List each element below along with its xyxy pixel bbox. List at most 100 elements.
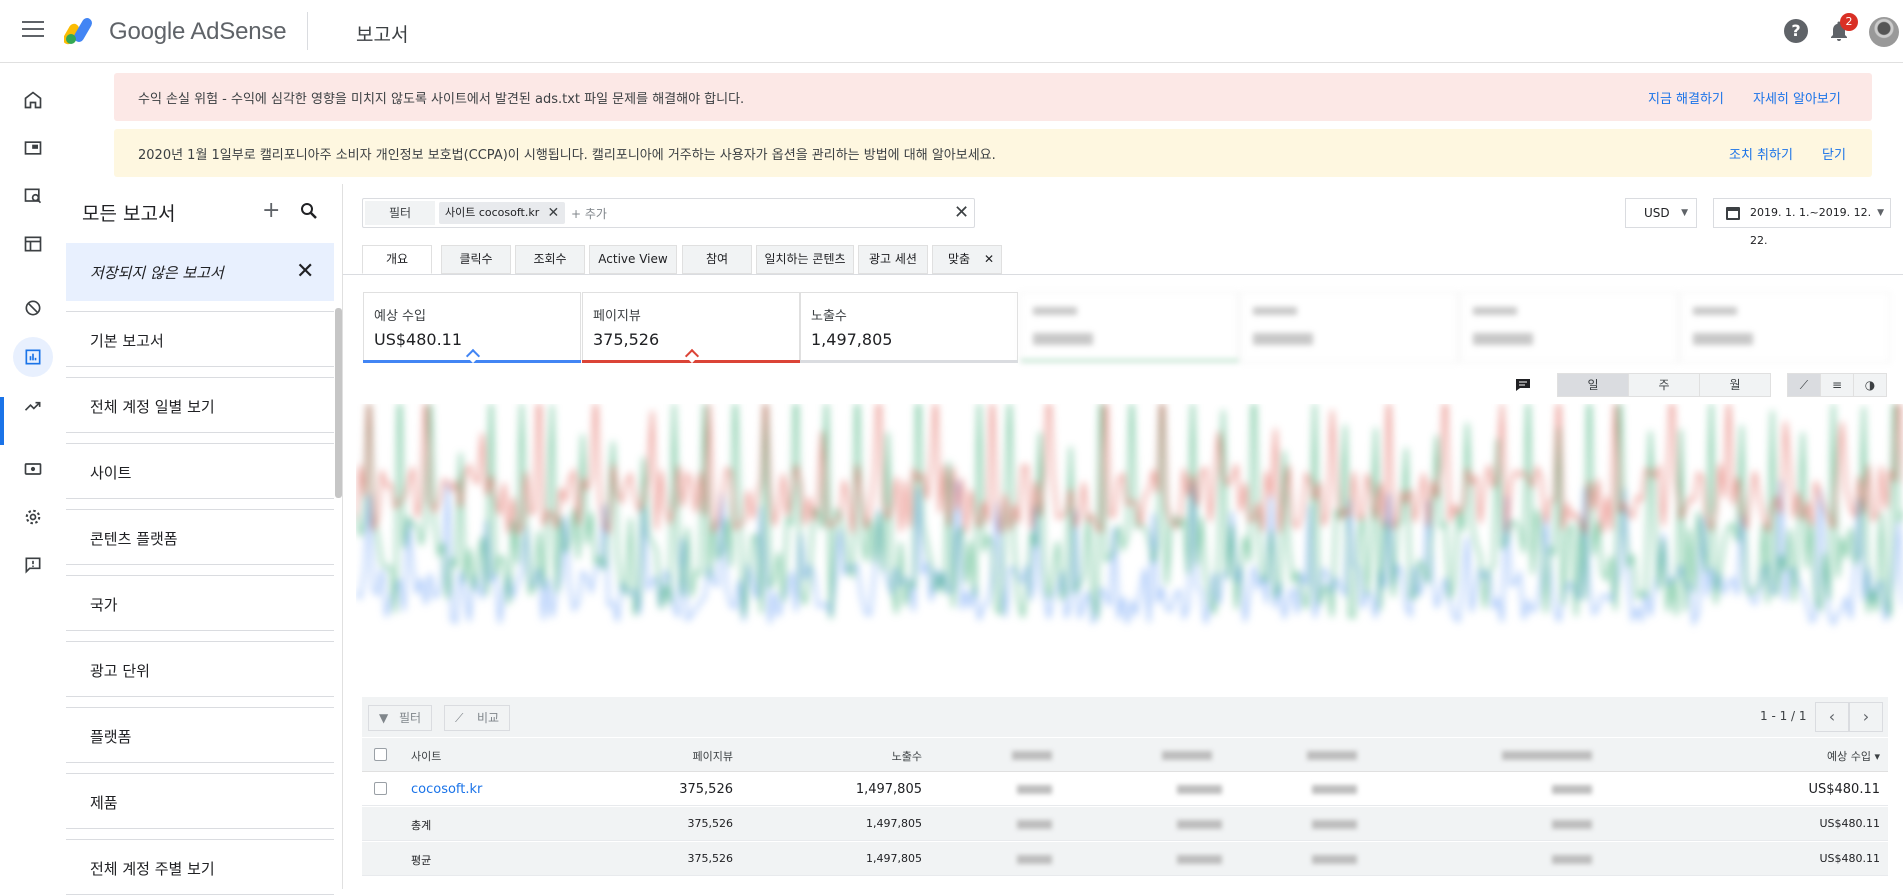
kpi-value: 375,526 bbox=[593, 330, 660, 349]
close-icon[interactable]: ✕ bbox=[984, 246, 994, 273]
table-average-row: 평균 375,526 1,497,805 US$480.11 bbox=[362, 842, 1888, 876]
compare-chart-icon: ⟋ bbox=[455, 711, 464, 725]
hidden-cell bbox=[1552, 855, 1592, 864]
learn-more-link[interactable]: 자세히 알아보기 bbox=[1753, 88, 1841, 107]
kpi-card-pageviews[interactable]: 페이지뷰 375,526 bbox=[582, 292, 800, 364]
search-icon[interactable] bbox=[300, 202, 318, 220]
report-item[interactable]: 광고 단위 bbox=[66, 641, 334, 697]
block-icon[interactable] bbox=[13, 288, 53, 328]
site-link[interactable]: cocosoft.kr bbox=[411, 782, 482, 797]
reports-sidebar: 모든 보고서 + 저장되지 않은 보고서 ✕ 기본 보고서 전체 계정 일별 보… bbox=[66, 184, 343, 895]
close-banner-link[interactable]: 닫기 bbox=[1822, 144, 1846, 163]
report-item[interactable]: 사이트 bbox=[66, 443, 334, 499]
pie-chart-icon[interactable]: ◑ bbox=[1853, 373, 1887, 397]
avatar[interactable] bbox=[1869, 17, 1899, 47]
line-chart-icon[interactable]: ⟋ bbox=[1787, 373, 1821, 397]
tab-clicks[interactable]: 클릭수 bbox=[441, 245, 511, 274]
granularity-week[interactable]: 주 bbox=[1628, 373, 1700, 397]
table-filter-button[interactable]: ▼ 필터 bbox=[368, 705, 433, 731]
kpi-card-hidden[interactable] bbox=[1680, 292, 1890, 363]
granularity-day[interactable]: 일 bbox=[1557, 373, 1629, 397]
col-impressions[interactable]: 노출수 bbox=[742, 748, 922, 764]
kpi-card-earnings[interactable]: 예상 수입 US$480.11 bbox=[363, 292, 581, 364]
unsaved-report-item[interactable]: 저장되지 않은 보고서 ✕ bbox=[66, 243, 334, 301]
settings-icon[interactable] bbox=[13, 497, 53, 537]
total-label: 총계 bbox=[411, 819, 432, 832]
average-earnings: US$480.11 bbox=[1819, 852, 1880, 865]
report-item[interactable]: 플랫폼 bbox=[66, 707, 334, 763]
report-item[interactable]: 기본 보고서 bbox=[66, 311, 334, 367]
tab-active-view[interactable]: Active View bbox=[589, 245, 677, 274]
fix-now-link[interactable]: 지금 해결하기 bbox=[1648, 88, 1724, 107]
filter-chip[interactable]: 사이트 cocosoft.kr ✕ bbox=[439, 202, 566, 224]
trending-icon[interactable] bbox=[13, 386, 53, 426]
take-action-link[interactable]: 조치 취하기 bbox=[1729, 144, 1793, 163]
report-item[interactable]: 콘텐츠 플랫폼 bbox=[66, 509, 334, 565]
filter-button[interactable]: 필터 bbox=[365, 201, 435, 225]
date-range-picker[interactable]: 2019. 1. 1.~2019. 12. 22. ▼ bbox=[1713, 198, 1891, 247]
tab-custom[interactable]: 맞춤 ✕ bbox=[932, 245, 1002, 274]
feedback-icon[interactable] bbox=[13, 545, 53, 585]
select-all-checkbox[interactable] bbox=[374, 748, 387, 761]
report-item[interactable]: 전체 계정 주별 보기 bbox=[66, 839, 334, 895]
banner-text: 2020년 1월 1일부로 캘리포니아주 소비자 개인정보 보호법(CCPA)이… bbox=[138, 148, 996, 163]
currency-select[interactable]: USD ▼ bbox=[1625, 198, 1697, 228]
kpi-label: 노출수 bbox=[811, 309, 847, 324]
hidden-column bbox=[1162, 751, 1212, 760]
col-site[interactable]: 사이트 bbox=[411, 748, 441, 764]
average-impressions: 1,497,805 bbox=[866, 852, 922, 865]
table-compare-button[interactable]: ⟋ 비교 bbox=[444, 705, 511, 731]
hidden-cell bbox=[1017, 820, 1052, 829]
reports-icon[interactable] bbox=[13, 337, 53, 377]
hidden-cell bbox=[1017, 855, 1052, 864]
home-icon[interactable] bbox=[13, 80, 53, 120]
chevron-down-icon: ▼ bbox=[1877, 208, 1884, 218]
kpi-label: 예상 수입 bbox=[374, 309, 426, 324]
total-earnings: US$480.11 bbox=[1819, 817, 1880, 830]
table-header: 사이트 페이지뷰 노출수 예상 수입 ▾ bbox=[362, 738, 1888, 772]
tab-ad-sessions[interactable]: 광고 세션 bbox=[858, 245, 928, 274]
col-earnings[interactable]: 예상 수입 ▾ bbox=[1662, 748, 1880, 764]
ads-icon[interactable] bbox=[13, 128, 53, 168]
bar-chart-icon[interactable]: ≡ bbox=[1820, 373, 1854, 397]
kpi-card-hidden[interactable] bbox=[1020, 292, 1239, 363]
next-page-icon[interactable]: › bbox=[1849, 702, 1883, 732]
hidden-cell bbox=[1177, 855, 1222, 864]
average-label: 평균 bbox=[411, 854, 432, 867]
layout-icon[interactable] bbox=[13, 224, 53, 264]
hidden-cell bbox=[1312, 820, 1357, 829]
menu-icon[interactable] bbox=[22, 21, 44, 39]
table-row[interactable]: cocosoft.kr 375,526 1,497,805 US$480.11 bbox=[362, 772, 1888, 806]
close-icon[interactable]: ✕ bbox=[296, 259, 314, 284]
kpi-card-impressions[interactable]: 노출수 1,497,805 bbox=[800, 292, 1018, 363]
divider bbox=[307, 12, 308, 50]
filter-bar: 필터 사이트 cocosoft.kr ✕ + 추가 ✕ bbox=[362, 198, 975, 228]
tab-engagement[interactable]: 참여 bbox=[682, 245, 752, 274]
report-item[interactable]: 제품 bbox=[66, 773, 334, 829]
hidden-column bbox=[1502, 751, 1592, 760]
kpi-value: 1,497,805 bbox=[811, 330, 893, 349]
granularity-month[interactable]: 월 bbox=[1699, 373, 1771, 397]
add-filter-input[interactable]: + 추가 bbox=[571, 205, 607, 222]
col-pageviews[interactable]: 페이지뷰 bbox=[582, 748, 733, 764]
prev-page-icon[interactable]: ‹ bbox=[1815, 702, 1849, 732]
tab-overview[interactable]: 개요 bbox=[362, 245, 432, 274]
add-report-icon[interactable]: + bbox=[262, 198, 280, 223]
tab-views[interactable]: 조회수 bbox=[515, 245, 585, 274]
report-item[interactable]: 국가 bbox=[66, 575, 334, 631]
average-pageviews: 375,526 bbox=[687, 852, 734, 865]
clear-filter-icon[interactable]: ✕ bbox=[954, 202, 969, 223]
site-review-icon[interactable] bbox=[13, 176, 53, 216]
kpi-card-hidden[interactable] bbox=[1460, 292, 1678, 363]
help-icon[interactable]: ? bbox=[1784, 19, 1808, 43]
report-item[interactable]: 전체 계정 일별 보기 bbox=[66, 377, 334, 433]
payments-icon[interactable] bbox=[13, 449, 53, 489]
unsaved-report-label: 저장되지 않은 보고서 bbox=[90, 264, 224, 282]
row-checkbox[interactable] bbox=[374, 782, 387, 795]
scrollbar[interactable] bbox=[335, 308, 342, 498]
active-indicator bbox=[0, 397, 4, 445]
kpi-card-hidden[interactable] bbox=[1240, 292, 1458, 363]
annotation-icon[interactable] bbox=[1509, 373, 1537, 397]
tab-matched-content[interactable]: 일치하는 콘텐츠 bbox=[756, 245, 854, 274]
chip-remove-icon[interactable]: ✕ bbox=[548, 202, 560, 224]
